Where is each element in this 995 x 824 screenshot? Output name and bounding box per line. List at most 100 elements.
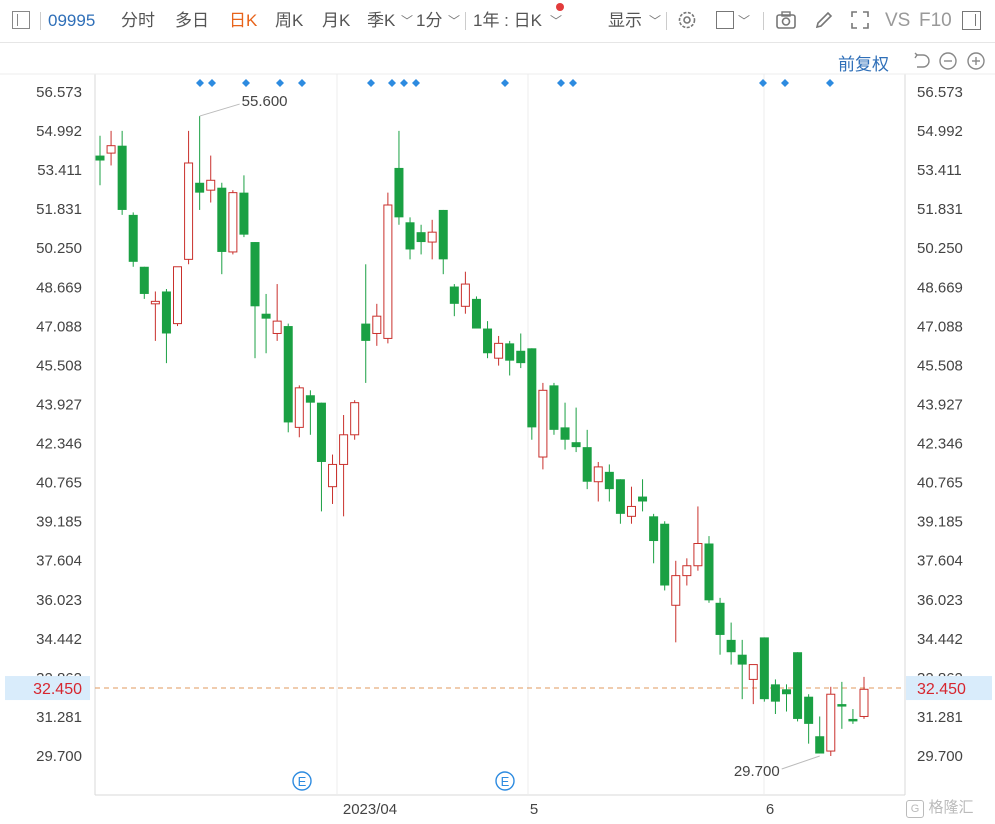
candle-body-up [372, 315, 382, 334]
y-tick-label-right: 43.927 [917, 396, 963, 413]
candle [660, 521, 670, 591]
candle-body-down [615, 479, 625, 514]
y-tick-label-left: 48.669 [36, 279, 82, 296]
candle [626, 486, 636, 524]
candle [649, 513, 659, 564]
event-diamond-icon [501, 79, 509, 87]
candle-body-down [571, 442, 581, 448]
y-tick-label-right: 40.765 [917, 475, 963, 492]
y-tick-label-right: 31.281 [917, 709, 963, 726]
candle-body-down [837, 704, 847, 707]
candle [416, 224, 426, 255]
candle-body-down [239, 192, 249, 235]
candle [483, 321, 493, 359]
candle [494, 335, 504, 366]
candle [427, 219, 437, 260]
candle [139, 266, 149, 299]
candle-body-up [228, 192, 238, 253]
y-tick-label-left: 45.508 [36, 357, 82, 374]
candle-body-down [394, 167, 404, 218]
earnings-marker-label: E [298, 774, 307, 789]
y-tick-label-left: 37.604 [36, 553, 82, 570]
high-marker-leader [199, 103, 240, 117]
candle [228, 190, 238, 255]
candle [527, 348, 537, 440]
earnings-marker-label: E [501, 774, 510, 789]
candle-body-down [726, 639, 736, 653]
y-tick-label-right: 45.508 [917, 357, 963, 374]
candle-body-down [471, 298, 481, 329]
candle [150, 291, 160, 341]
candle [394, 130, 404, 225]
y-tick-label-left: 36.023 [36, 592, 82, 609]
candle [328, 454, 338, 504]
candle-body-up [826, 693, 836, 752]
event-diamond-icon [557, 79, 565, 87]
candle [350, 400, 360, 440]
candle-body-up [748, 664, 758, 680]
candle [106, 130, 116, 166]
candle [361, 264, 371, 383]
y-tick-label-right: 37.604 [917, 553, 963, 570]
y-tick-label-left: 43.927 [36, 396, 82, 413]
candle-body-down [715, 602, 725, 635]
candle-body-down [527, 348, 537, 428]
candle [161, 289, 171, 364]
y-tick-label-left: 29.700 [36, 748, 82, 765]
low-marker-leader [781, 755, 820, 770]
event-diamond-icon [412, 79, 420, 87]
candle-body-down [483, 328, 493, 354]
candle-body-up [671, 575, 681, 606]
candle-body-down [283, 326, 293, 423]
y-tick-label-right: 50.250 [917, 240, 963, 257]
candle [438, 209, 448, 275]
candle [560, 402, 570, 450]
candle [815, 716, 825, 754]
high-marker-label: 55.600 [242, 93, 288, 110]
candle [261, 293, 271, 354]
candle-body-down [128, 214, 138, 262]
candle-body-up [106, 145, 116, 154]
candle-body-down [582, 447, 592, 482]
y-tick-label-left: 53.411 [37, 162, 82, 179]
candle [128, 212, 138, 267]
candle [571, 407, 581, 453]
candle-body-up [206, 179, 216, 191]
candle-body-down [560, 427, 570, 440]
candle [715, 597, 725, 655]
current-price-label-right: 32.450 [917, 681, 966, 698]
candle [95, 135, 105, 186]
candle-body-up [460, 283, 470, 307]
candle [316, 402, 326, 512]
y-tick-label-right: 36.023 [917, 592, 963, 609]
candle [405, 217, 415, 260]
candle-body-down [815, 736, 825, 754]
candle-body-down [305, 395, 315, 403]
candle [704, 536, 714, 603]
y-tick-label-left: 39.185 [36, 514, 82, 531]
candle-body-down [449, 286, 459, 304]
candle-body-up [626, 505, 636, 517]
candle-body-down [505, 343, 515, 361]
candle [117, 130, 127, 215]
candle-body-down [516, 350, 526, 364]
y-tick-label-left: 47.088 [36, 318, 82, 335]
candle [638, 479, 648, 512]
candle [693, 506, 703, 571]
candle-body-up [693, 543, 703, 567]
y-tick-label-left: 54.992 [36, 123, 82, 140]
candle-body-down [117, 145, 127, 210]
candle [737, 639, 747, 700]
candle-body-up [383, 204, 393, 339]
candle [759, 637, 769, 702]
candle-body-up [593, 466, 603, 483]
event-diamond-icon [400, 79, 408, 87]
y-tick-label-left: 56.573 [36, 84, 82, 101]
candlestick-chart[interactable]: 56.573 56.573 54.992 54.992 53.411 53.411 51.8… [0, 0, 995, 824]
y-tick-label-left: 50.250 [36, 240, 82, 257]
candle-body-down [649, 516, 659, 542]
candle [173, 266, 183, 327]
y-tick-label-right: 54.992 [917, 123, 963, 140]
candle-body-down [217, 187, 227, 252]
candle [372, 303, 382, 346]
